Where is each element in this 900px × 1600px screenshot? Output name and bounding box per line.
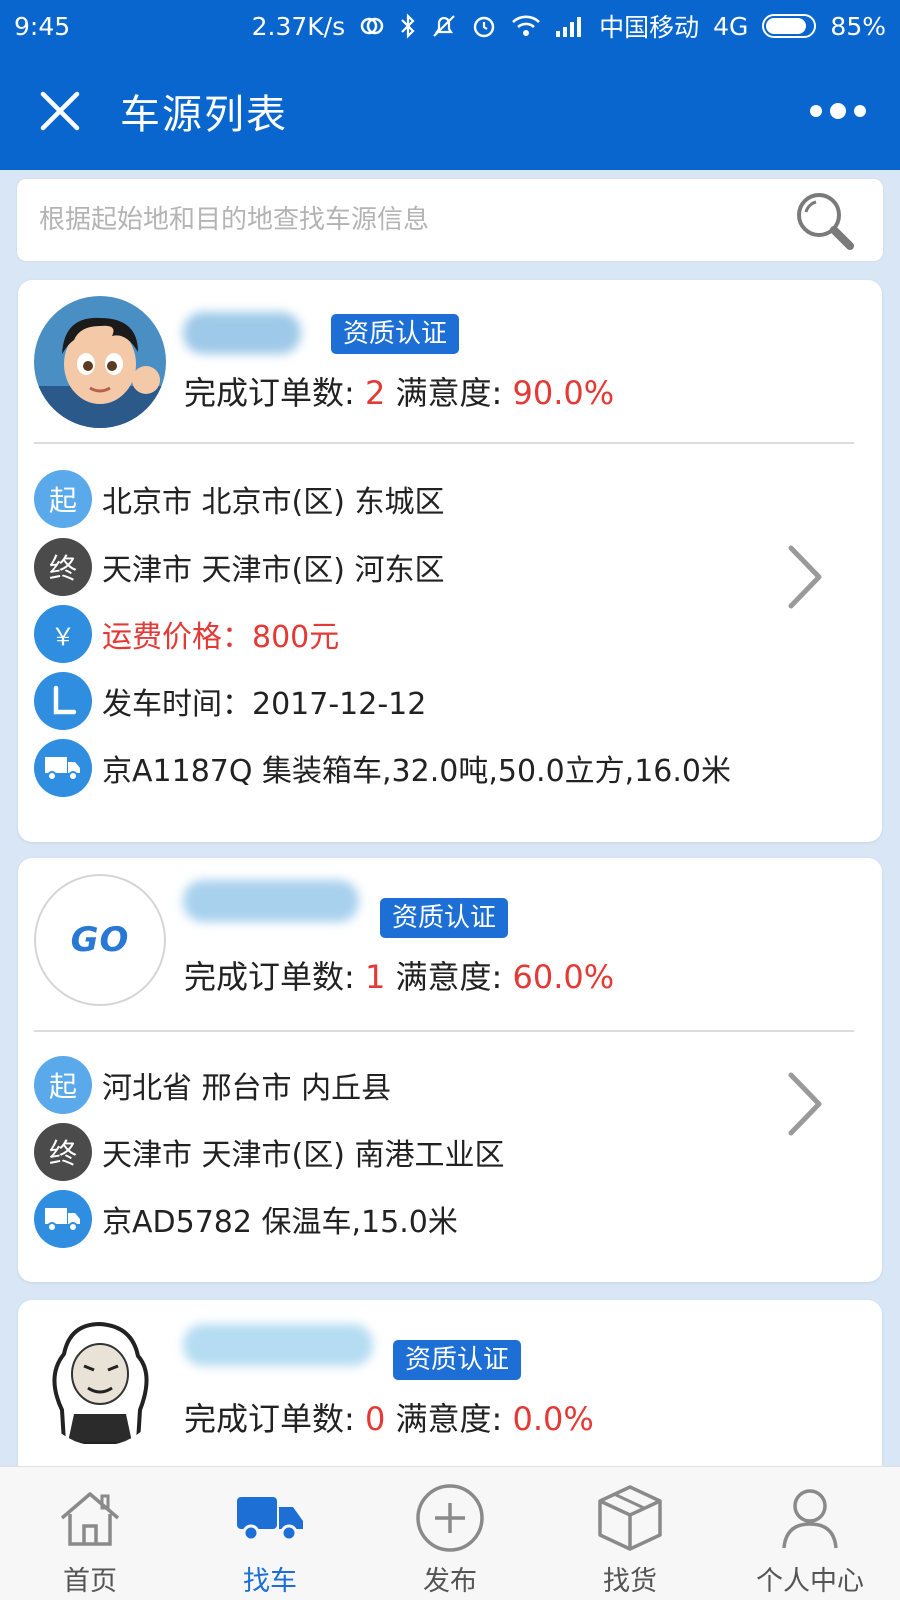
avatar-logo-text: GO [70, 920, 130, 960]
signal-icon [555, 12, 585, 40]
home-icon [53, 1481, 127, 1555]
nav-label: 找货 [603, 1566, 657, 1597]
clock-icon [34, 672, 92, 730]
certification-badge: 资质认证 [380, 898, 509, 938]
orders-count: 1 [364, 958, 386, 996]
mute-icon [431, 12, 457, 40]
chevron-right-icon[interactable] [780, 537, 830, 617]
user-name-blurred [183, 1324, 373, 1366]
nav-item-find-goods[interactable]: 找货 [540, 1467, 720, 1600]
nav-item-publish[interactable]: 发布 [360, 1467, 540, 1600]
user-stats: 完成订单数: 1 满意度: 60.0% [184, 952, 614, 998]
start-location: 北京市 北京市(区) 东城区 [102, 485, 445, 520]
user-name-blurred [183, 880, 359, 922]
truck-icon [34, 739, 92, 797]
satisfaction-value: 60.0% [512, 958, 615, 996]
truck-icon [233, 1481, 307, 1555]
search-input[interactable] [39, 205, 789, 235]
avatar [34, 296, 166, 428]
nav-item-find-vehicle[interactable]: 找车 [180, 1467, 360, 1600]
search-bar [16, 178, 884, 262]
end-icon: 终 [34, 538, 92, 596]
satisfaction-value: 0.0% [512, 1400, 594, 1438]
divider [34, 1030, 854, 1032]
divider [34, 442, 854, 444]
freight-price: 运费价格：800元 [102, 620, 340, 655]
certification-badge: 资质认证 [393, 1340, 522, 1380]
title-bar: 车源列表 [0, 52, 900, 170]
depart-time: 发车时间：2017-12-12 [102, 687, 427, 722]
chevron-right-icon[interactable] [780, 1064, 830, 1144]
orders-label: 完成订单数: [184, 374, 365, 412]
bluetooth-icon [399, 12, 417, 40]
user-stats: 完成订单数: 0 满意度: 0.0% [184, 1394, 594, 1440]
nav-label: 个人中心 [756, 1566, 864, 1597]
vehicle-info-row: 京AD5782 保温车,15.0米 [34, 1190, 458, 1248]
depart-time-row: 发车时间：2017-12-12 [34, 672, 426, 730]
more-dot [810, 105, 822, 117]
more-dot [830, 103, 846, 119]
status-time: 9:45 [14, 11, 71, 41]
status-icons: 2.37K/s 中国移动 4G 85% [252, 8, 886, 44]
satisfaction-label: 满意度: [385, 374, 513, 412]
vehicle-card[interactable]: GO 资质认证 完成订单数: 1 满意度: 60.0% 起 河北省 邢台市 内丘… [18, 858, 882, 1282]
nav-item-home[interactable]: 首页 [0, 1467, 180, 1600]
end-location-row: 终 天津市 天津市(区) 南港工业区 [34, 1123, 504, 1181]
close-icon [40, 91, 80, 131]
wifi-icon [511, 12, 541, 40]
avatar [34, 1314, 166, 1446]
close-button[interactable] [28, 79, 92, 143]
battery-percent: 85% [830, 11, 886, 41]
vehicle-info: 京AD5782 保温车,15.0米 [102, 1205, 458, 1240]
nav-label: 找车 [243, 1566, 297, 1597]
orders-count: 0 [364, 1400, 386, 1438]
orders-count: 2 [364, 374, 386, 412]
end-icon: 终 [34, 1123, 92, 1181]
user-stats: 完成订单数: 2 满意度: 90.0% [184, 368, 614, 414]
network-speed: 2.37K/s [251, 11, 346, 41]
battery-icon [762, 14, 817, 38]
start-icon: 起 [34, 470, 92, 528]
vehicle-info: 京A1187Q 集装箱车,32.0吨,50.0立方,16.0米 [102, 754, 732, 789]
nav-item-profile[interactable]: 个人中心 [720, 1467, 900, 1600]
price-row: ￥ 运费价格：800元 [34, 605, 339, 663]
carrier-name: 中国移动 [599, 13, 700, 42]
user-name-blurred [183, 312, 301, 354]
vehicle-card[interactable]: 资质认证 完成订单数: 2 满意度: 90.0% 起 北京市 北京市(区) 东城… [18, 280, 882, 842]
satisfaction-value: 90.0% [512, 374, 615, 412]
avatar: GO [34, 874, 166, 1006]
start-location-row: 起 河北省 邢台市 内丘县 [34, 1056, 391, 1114]
price-icon: ￥ [34, 605, 92, 663]
status-bar: 9:45 2.37K/s 中国移动 4G 85% [0, 0, 900, 52]
end-location: 天津市 天津市(区) 南港工业区 [102, 1138, 505, 1173]
more-dot [854, 105, 866, 117]
certification-badge: 资质认证 [331, 314, 460, 354]
user-icon [773, 1481, 847, 1555]
bottom-navigation: 首页 找车 发布 找货 个人中心 [0, 1466, 900, 1600]
page-title: 车源列表 [120, 92, 288, 138]
start-icon: 起 [34, 1056, 92, 1114]
nav-label: 首页 [63, 1566, 117, 1597]
orders-label: 完成订单数: [184, 958, 365, 996]
start-location-row: 起 北京市 北京市(区) 东城区 [34, 470, 444, 528]
start-location: 河北省 邢台市 内丘县 [102, 1071, 392, 1106]
satisfaction-label: 满意度: [385, 958, 513, 996]
sync-icon [359, 12, 385, 40]
nav-label: 发布 [423, 1566, 477, 1597]
truck-icon [34, 1190, 92, 1248]
plus-circle-icon [413, 1481, 487, 1555]
box-icon [593, 1481, 667, 1555]
vehicle-info-row: 京A1187Q 集装箱车,32.0吨,50.0立方,16.0米 [34, 739, 731, 797]
alarm-icon [471, 12, 497, 40]
end-location: 天津市 天津市(区) 河东区 [102, 553, 445, 588]
end-location-row: 终 天津市 天津市(区) 河东区 [34, 538, 444, 596]
satisfaction-label: 满意度: [385, 1400, 513, 1438]
search-icon[interactable] [789, 185, 859, 255]
network-type: 4G [713, 11, 749, 41]
orders-label: 完成订单数: [184, 1400, 365, 1438]
more-button[interactable] [806, 91, 870, 131]
